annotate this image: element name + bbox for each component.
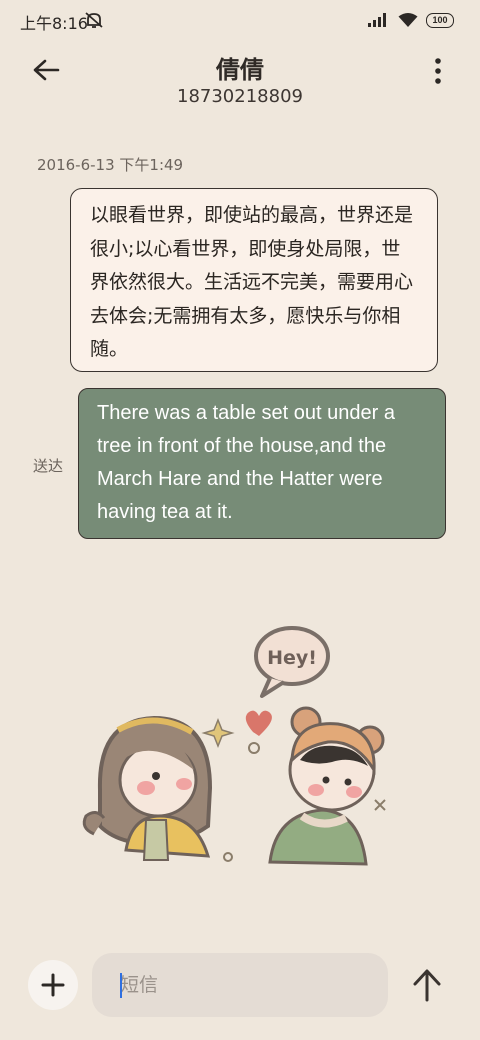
mute-icon bbox=[85, 12, 103, 28]
sticker-speech-text: Hey! bbox=[267, 647, 317, 669]
couple-sticker[interactable]: Hey! bbox=[70, 620, 400, 870]
plus-icon bbox=[41, 973, 65, 997]
message-timestamp: 2016-6-13 下午1:49 bbox=[37, 156, 184, 174]
sent-message-bubble[interactable]: There was a table set out under a tree i… bbox=[78, 388, 446, 539]
send-arrow-icon[interactable] bbox=[406, 964, 448, 1006]
status-time: 上午8:16 bbox=[20, 14, 88, 33]
more-vertical-icon[interactable] bbox=[428, 56, 448, 86]
girl-character bbox=[82, 715, 213, 861]
battery-icon: 100 bbox=[426, 12, 454, 28]
status-bar: 上午8:16 100 bbox=[0, 0, 480, 40]
signal-icon bbox=[368, 13, 386, 27]
conversation-header: 倩倩 18730218809 bbox=[0, 44, 480, 114]
message-input[interactable] bbox=[92, 953, 388, 1017]
received-message-bubble[interactable]: 以眼看世界，即使站的最高，世界还是很小;以心看世界，即使身处局限，世界依然很大。… bbox=[70, 188, 438, 372]
sparkle-icon bbox=[201, 717, 235, 749]
phone-number: 18730218809 bbox=[177, 86, 303, 107]
delivery-status: 送达 bbox=[33, 457, 64, 475]
boy-character bbox=[268, 706, 385, 866]
add-attachment-button[interactable] bbox=[28, 960, 78, 1010]
text-cursor bbox=[120, 973, 122, 998]
heart-icon bbox=[245, 710, 272, 736]
status-icons: 100 bbox=[368, 11, 454, 29]
wifi-icon bbox=[398, 13, 418, 27]
hey-speech-bubble: Hey! bbox=[254, 626, 330, 698]
contact-name: 倩倩 bbox=[216, 56, 264, 84]
compose-bar bbox=[0, 950, 480, 1020]
